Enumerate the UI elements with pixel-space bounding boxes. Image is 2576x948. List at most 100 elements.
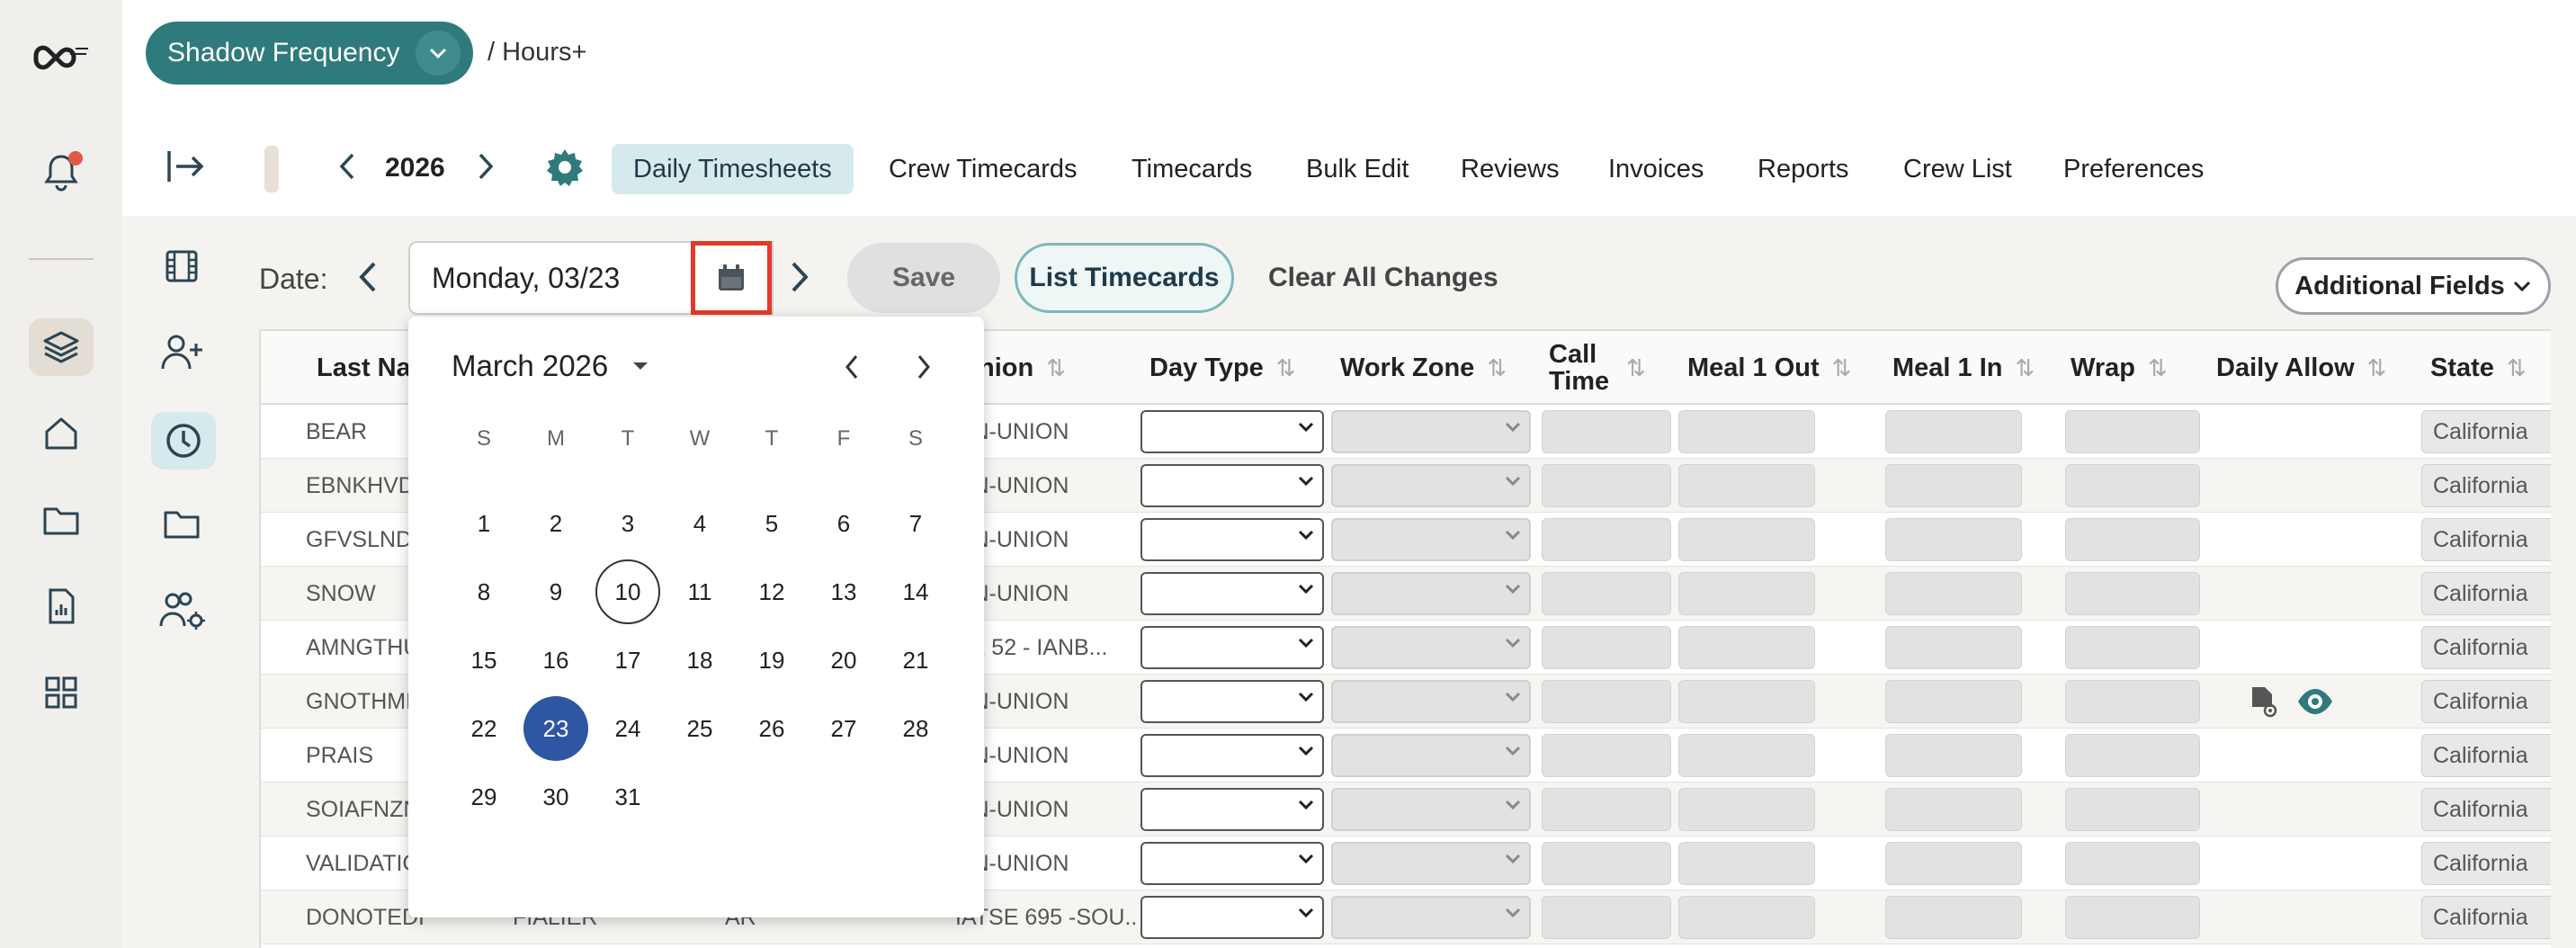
meal1-in-input[interactable] xyxy=(1885,410,2022,453)
work-zone-select[interactable] xyxy=(1331,464,1531,507)
clear-all-changes-button[interactable]: Clear All Changes xyxy=(1268,263,1498,293)
calendar-day[interactable]: 10 xyxy=(595,559,660,624)
state-field[interactable]: California xyxy=(2421,788,2551,831)
tab-crew-list[interactable]: Crew List xyxy=(1903,144,2012,194)
home-icon[interactable] xyxy=(29,405,94,462)
state-field[interactable]: California xyxy=(2421,896,2551,939)
state-field[interactable]: California xyxy=(2421,410,2551,453)
meal1-in-input[interactable] xyxy=(1885,464,2022,507)
day-type-select[interactable] xyxy=(1140,680,1324,723)
drag-handle[interactable] xyxy=(264,146,279,192)
call-time-input[interactable] xyxy=(1542,842,1671,885)
call-time-input[interactable] xyxy=(1542,464,1671,507)
work-zone-select[interactable] xyxy=(1331,410,1531,453)
tab-timecards[interactable]: Timecards xyxy=(1131,144,1252,194)
meal1-out-input[interactable] xyxy=(1678,842,1815,885)
report-icon[interactable] xyxy=(29,577,94,635)
tab-invoices[interactable]: Invoices xyxy=(1608,144,1704,194)
calendar-day[interactable]: 14 xyxy=(883,559,948,624)
call-time-input[interactable] xyxy=(1542,626,1671,669)
next-month-icon[interactable] xyxy=(914,353,934,386)
work-zone-select[interactable] xyxy=(1331,896,1531,939)
calendar-day[interactable]: 19 xyxy=(739,628,804,693)
meal1-out-input[interactable] xyxy=(1678,626,1815,669)
logo-icon[interactable] xyxy=(29,27,94,85)
folder-icon[interactable] xyxy=(162,505,201,546)
meal1-in-input[interactable] xyxy=(1885,734,2022,777)
tab-daily-timesheets[interactable]: Daily Timesheets xyxy=(612,144,854,194)
calendar-day[interactable]: 5 xyxy=(739,491,804,556)
tab-crew-timecards[interactable]: Crew Timecards xyxy=(889,144,1078,194)
state-field[interactable]: California xyxy=(2421,464,2551,507)
calendar-day[interactable]: 31 xyxy=(595,765,660,829)
layers-icon[interactable] xyxy=(29,318,94,376)
call-time-input[interactable] xyxy=(1542,410,1671,453)
call-time-input[interactable] xyxy=(1542,680,1671,723)
eye-icon[interactable] xyxy=(2295,685,2335,722)
meal1-in-input[interactable] xyxy=(1885,518,2022,561)
calendar-day[interactable]: 6 xyxy=(811,491,876,556)
day-type-select[interactable] xyxy=(1140,896,1324,939)
wrap-input[interactable] xyxy=(2065,464,2200,507)
work-zone-select[interactable] xyxy=(1331,788,1531,831)
col-meal1-in[interactable]: Meal 1 In ⇅ xyxy=(1892,331,2035,405)
tab-reports[interactable]: Reports xyxy=(1758,144,1849,194)
calendar-day[interactable]: 20 xyxy=(811,628,876,693)
gear-icon[interactable] xyxy=(543,146,586,193)
calendar-day[interactable]: 7 xyxy=(883,491,948,556)
calendar-day[interactable]: 24 xyxy=(595,696,660,761)
film-icon[interactable] xyxy=(162,246,201,291)
project-selector-button[interactable]: Shadow Frequency xyxy=(146,22,473,85)
tab-preferences[interactable]: Preferences xyxy=(2063,144,2204,194)
day-type-select[interactable] xyxy=(1140,734,1324,777)
col-state[interactable]: State ⇅ xyxy=(2430,331,2527,405)
work-zone-select[interactable] xyxy=(1331,842,1531,885)
breadcrumb[interactable]: / Hours+ xyxy=(487,38,586,67)
call-time-input[interactable] xyxy=(1542,896,1671,939)
col-call-time[interactable]: Call Time xyxy=(1549,331,1609,405)
calendar-day[interactable]: 22 xyxy=(452,696,516,761)
col-daily-allow[interactable]: Daily Allow ⇅ xyxy=(2216,331,2386,405)
calendar-day[interactable]: 27 xyxy=(811,696,876,761)
meal1-out-input[interactable] xyxy=(1678,572,1815,615)
meal1-in-input[interactable] xyxy=(1885,788,2022,831)
meal1-out-input[interactable] xyxy=(1678,464,1815,507)
additional-fields-button[interactable]: Additional Fields xyxy=(2276,257,2551,315)
bell-icon[interactable] xyxy=(29,144,94,201)
list-timecards-button[interactable]: List Timecards xyxy=(1015,243,1234,313)
calendar-day[interactable]: 4 xyxy=(667,491,732,556)
document-view-icon[interactable] xyxy=(2249,685,2279,722)
wrap-input[interactable] xyxy=(2065,842,2200,885)
meal1-in-input[interactable] xyxy=(1885,680,2022,723)
state-field[interactable]: California xyxy=(2421,518,2551,561)
call-time-input[interactable] xyxy=(1542,572,1671,615)
col-meal1-out[interactable]: Meal 1 Out ⇅ xyxy=(1687,331,1851,405)
calendar-day[interactable]: 11 xyxy=(667,559,732,624)
work-zone-select[interactable] xyxy=(1331,734,1531,777)
date-prev-icon[interactable] xyxy=(356,259,380,300)
meal1-out-input[interactable] xyxy=(1678,680,1815,723)
day-type-select[interactable] xyxy=(1140,572,1324,615)
meal1-in-input[interactable] xyxy=(1885,896,2022,939)
meal1-out-input[interactable] xyxy=(1678,410,1815,453)
col-wrap[interactable]: Wrap ⇅ xyxy=(2071,331,2168,405)
calendar-day[interactable]: 25 xyxy=(667,696,732,761)
work-zone-select[interactable] xyxy=(1331,572,1531,615)
col-union[interactable]: nion ⇅ xyxy=(979,331,1066,405)
calendar-button[interactable] xyxy=(691,241,772,315)
year-prev-icon[interactable] xyxy=(336,151,358,186)
prev-month-icon[interactable] xyxy=(842,353,862,386)
col-last-name[interactable]: Last Nar xyxy=(317,331,421,405)
meal1-out-input[interactable] xyxy=(1678,788,1815,831)
calendar-day[interactable]: 28 xyxy=(883,696,948,761)
calendar-day[interactable]: 29 xyxy=(452,765,516,829)
meal1-out-input[interactable] xyxy=(1678,896,1815,939)
day-type-select[interactable] xyxy=(1140,464,1324,507)
day-type-select[interactable] xyxy=(1140,842,1324,885)
col-work-zone[interactable]: Work Zone ⇅ xyxy=(1340,331,1507,405)
clock-icon[interactable] xyxy=(151,412,216,470)
meal1-in-input[interactable] xyxy=(1885,572,2022,615)
col-day-type[interactable]: Day Type ⇅ xyxy=(1149,331,1296,405)
calendar-day[interactable]: 21 xyxy=(883,628,948,693)
calendar-day[interactable]: 9 xyxy=(523,559,588,624)
